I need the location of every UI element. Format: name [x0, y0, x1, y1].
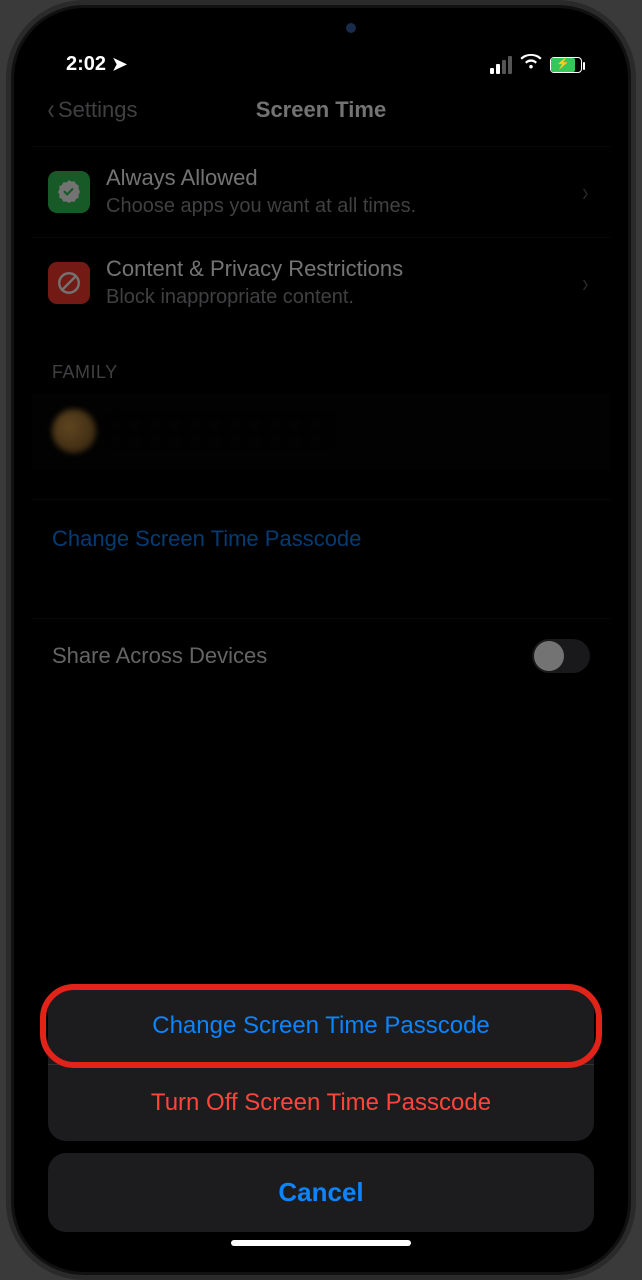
battery-icon: ⚡	[550, 57, 582, 73]
family-member-row[interactable]	[32, 393, 610, 469]
row-content-privacy[interactable]: Content & Privacy Restrictions Block ina…	[32, 237, 610, 328]
avatar	[52, 409, 96, 453]
status-time: 2:02	[66, 53, 106, 76]
iphone-frame: 2:02 ➤ ⚡ ‹ Settings Screen Time	[14, 8, 628, 1272]
action-cancel[interactable]: Cancel	[48, 1153, 594, 1232]
always-allowed-icon	[48, 171, 90, 213]
action-turn-off-passcode[interactable]: Turn Off Screen Time Passcode	[48, 1064, 594, 1141]
section-family-header: FAMILY	[32, 328, 610, 393]
chevron-left-icon: ‹	[48, 95, 55, 125]
location-icon: ➤	[112, 54, 127, 75]
volume-silence-switch	[6, 160, 14, 210]
side-power-button	[628, 270, 636, 400]
row-title: Content & Privacy Restrictions	[106, 256, 565, 282]
volume-down-button	[6, 370, 14, 470]
share-toggle[interactable]	[532, 639, 590, 673]
back-label: Settings	[58, 97, 138, 123]
volume-up-button	[6, 250, 14, 350]
change-passcode-link[interactable]: Change Screen Time Passcode	[32, 499, 610, 578]
row-always-allowed[interactable]: Always Allowed Choose apps you want at a…	[32, 146, 610, 237]
row-subtitle: Choose apps you want at all times.	[106, 193, 565, 219]
screen: 2:02 ➤ ⚡ ‹ Settings Screen Time	[32, 26, 610, 1254]
wifi-icon	[520, 53, 542, 76]
action-sheet: Change Screen Time Passcode Turn Off Scr…	[48, 988, 594, 1232]
row-subtitle: Block inappropriate content.	[106, 284, 565, 310]
status-bar: 2:02 ➤ ⚡	[32, 26, 610, 80]
nav-bar: ‹ Settings Screen Time	[32, 80, 610, 140]
page-title: Screen Time	[256, 97, 386, 123]
restrictions-icon	[48, 262, 90, 304]
action-change-passcode[interactable]: Change Screen Time Passcode	[48, 988, 594, 1064]
row-title: Always Allowed	[106, 165, 565, 191]
chevron-right-icon: ›	[583, 177, 589, 208]
back-button[interactable]: ‹ Settings	[46, 95, 138, 125]
home-indicator[interactable]	[231, 1240, 411, 1246]
family-member-name-redacted	[110, 417, 330, 445]
toggle-label: Share Across Devices	[52, 643, 267, 669]
chevron-right-icon: ›	[583, 268, 589, 299]
cellular-signal-icon	[490, 56, 512, 74]
share-across-devices-row[interactable]: Share Across Devices	[32, 618, 610, 693]
